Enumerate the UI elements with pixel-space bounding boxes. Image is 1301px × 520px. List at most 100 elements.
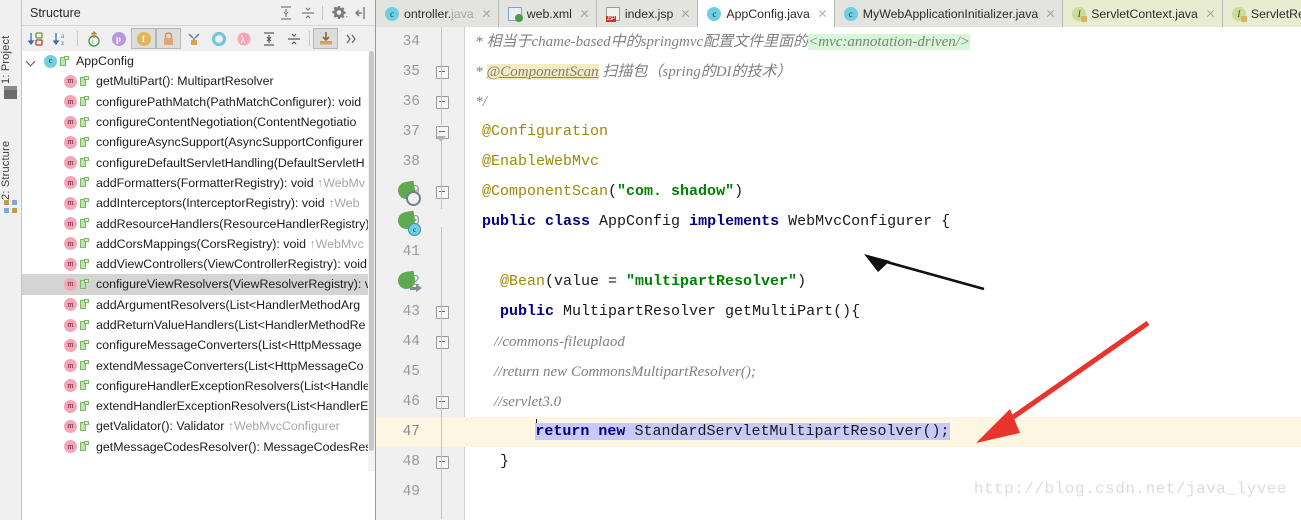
- show-anonymous-icon[interactable]: [181, 28, 206, 49]
- show-properties-icon[interactable]: p: [106, 28, 131, 49]
- code-line[interactable]: 47 return new StandardServletMultipartRe…: [376, 417, 1301, 447]
- code-text[interactable]: }: [464, 447, 1301, 477]
- code-line[interactable]: 34 * 相当于chame-based中的springmvc配置文件里面的<mv…: [376, 27, 1301, 57]
- code-line[interactable]: 35 * @ComponentScan 扫描包（spring的DI的技术）: [376, 57, 1301, 87]
- code-lines[interactable]: 34 * 相当于chame-based中的springmvc配置文件里面的<mv…: [376, 27, 1301, 520]
- code-line[interactable]: 38 @EnableWebMvc: [376, 147, 1301, 177]
- tree-node-member[interactable]: m configureHandlerExceptionResolvers(List…: [22, 376, 375, 396]
- editor-tab[interactable]: c ontroller.java: [376, 0, 499, 27]
- tree-node-root[interactable]: c AppConfig: [22, 51, 375, 71]
- sort-alphabetically-icon[interactable]: a z: [49, 28, 74, 49]
- tree-node-member[interactable]: m configureViewResolvers(ViewResolverRegi…: [22, 274, 375, 295]
- code-text[interactable]: return new StandardServletMultipartResol…: [464, 417, 1301, 447]
- tree-node-member[interactable]: m extendMessageConverters(List<HttpMessag…: [22, 355, 375, 375]
- code-text[interactable]: * @ComponentScan 扫描包（spring的DI的技术）: [464, 57, 1301, 87]
- code-line[interactable]: 46 //servlet3.0: [376, 387, 1301, 417]
- fold-arrow-icon[interactable]: [436, 126, 449, 142]
- settings-gear-icon[interactable]: [329, 3, 349, 23]
- fold-minus-icon[interactable]: [436, 306, 449, 319]
- code-text[interactable]: @EnableWebMvc: [464, 147, 1301, 177]
- expand-all-icon[interactable]: [256, 28, 281, 49]
- code-text[interactable]: //servlet3.0: [464, 387, 1301, 417]
- tree-node-label: addInterceptors(InterceptorRegistry): vo…: [96, 196, 360, 211]
- structure-tree[interactable]: c AppConfig m getMultiPart(): MultipartRe…: [22, 51, 375, 520]
- code-text[interactable]: @Bean(value = "multipartResolver"): [464, 267, 1301, 297]
- code-line[interactable]: 37 @Configuration: [376, 117, 1301, 147]
- code-text[interactable]: * 相当于chame-based中的springmvc配置文件里面的<mvc:a…: [464, 27, 1301, 57]
- close-icon[interactable]: [680, 8, 691, 19]
- tree-node-member[interactable]: m getMessageCodesResolver(): MessageCodes…: [22, 437, 375, 457]
- close-icon[interactable]: [1205, 8, 1216, 19]
- fold-minus-icon[interactable]: [436, 396, 449, 409]
- code-line[interactable]: 39 @ComponentScan("com. shadow"): [376, 177, 1301, 207]
- close-icon[interactable]: [481, 8, 492, 19]
- code-line[interactable]: 36 */: [376, 87, 1301, 117]
- scrollbar-thumb[interactable]: [369, 51, 374, 451]
- tree-node-member[interactable]: m configureAsyncSupport(AsyncSupportConfi…: [22, 132, 375, 152]
- code-text[interactable]: [464, 237, 1301, 267]
- show-interfaces-icon[interactable]: [206, 28, 231, 49]
- structure-scrollbar[interactable]: [368, 51, 375, 471]
- code-line[interactable]: 40c public class AppConfig implements We…: [376, 207, 1301, 237]
- editor-tab[interactable]: c AppConfig.java: [698, 0, 835, 27]
- fold-minus-icon[interactable]: [436, 66, 449, 79]
- show-fields-icon[interactable]: f: [131, 28, 156, 49]
- code-text[interactable]: //return new CommonsMultipartResolver();: [464, 357, 1301, 387]
- code-text[interactable]: public MultipartResolver getMultiPart(){: [464, 297, 1301, 327]
- tool-window-tab-project[interactable]: 1: Project: [0, 2, 21, 88]
- editor-tab[interactable]: index.jsp: [596, 0, 699, 27]
- code-line[interactable]: 45 //return new CommonsMultipartResolver…: [376, 357, 1301, 387]
- tree-node-member[interactable]: m addFormatters(FormatterRegistry): void …: [22, 173, 375, 193]
- autoscroll-to-source-icon[interactable]: [313, 28, 338, 49]
- tool-window-tab-structure[interactable]: 2: Structure: [0, 110, 21, 204]
- show-non-public-icon[interactable]: [156, 28, 181, 49]
- close-icon[interactable]: [579, 8, 590, 19]
- show-inherited-icon[interactable]: i: [81, 28, 106, 49]
- fold-minus-icon[interactable]: [436, 186, 449, 199]
- tree-node-member[interactable]: m extendHandlerExceptionResolvers(List<Ha…: [22, 396, 375, 416]
- tree-node-member[interactable]: m getMultiPart(): MultipartResolver: [22, 71, 375, 91]
- tree-node-member[interactable]: m addInterceptors(InterceptorRegistry): v…: [22, 193, 375, 213]
- editor-tab[interactable]: c MyWebApplicationInitializer.java: [834, 0, 1064, 27]
- show-lambdas-icon[interactable]: λ: [231, 28, 256, 49]
- tree-node-member[interactable]: m addReturnValueHandlers(List<HandlerMeth…: [22, 315, 375, 335]
- fold-minus-icon[interactable]: [436, 96, 449, 109]
- editor-tab[interactable]: web.xml: [498, 0, 597, 27]
- tree-node-member[interactable]: m addArgumentResolvers(List<HandlerMethod…: [22, 295, 375, 315]
- fold-minus-icon[interactable]: [436, 336, 449, 349]
- chevron-down-icon[interactable]: [25, 55, 38, 68]
- sort-by-visibility-icon[interactable]: [24, 28, 49, 49]
- editor-tab[interactable]: IServletRegi: [1222, 0, 1301, 27]
- tree-node-member[interactable]: m addResourceHandlers(ResourceHandlerRegi…: [22, 213, 375, 233]
- spring-bean-navigate-icon[interactable]: [396, 270, 422, 294]
- hide-panel-icon[interactable]: [351, 3, 371, 23]
- code-editor[interactable]: 34 * 相当于chame-based中的springmvc配置文件里面的<mv…: [376, 27, 1301, 520]
- code-text[interactable]: //commons-fileuplaod: [464, 327, 1301, 357]
- tree-node-member[interactable]: m addCorsMappings(CorsRegistry): void ↑We…: [22, 234, 375, 254]
- close-icon[interactable]: [817, 8, 828, 19]
- spring-bean-class-icon[interactable]: c: [396, 210, 421, 236]
- expand-all-icon[interactable]: [276, 3, 296, 23]
- code-line[interactable]: 44 //commons-fileuplaod: [376, 327, 1301, 357]
- tree-node-member[interactable]: m configureDefaultServletHandling(Default…: [22, 152, 375, 172]
- tree-node-member[interactable]: m configureContentNegotiation(ContentNego…: [22, 112, 375, 132]
- spring-config-search-icon[interactable]: [396, 180, 421, 206]
- code-text[interactable]: @ComponentScan("com. shadow"): [464, 177, 1301, 207]
- code-line[interactable]: 43 public MultipartResolver getMultiPart…: [376, 297, 1301, 327]
- tree-node-member[interactable]: m addViewControllers(ViewControllerRegist…: [22, 254, 375, 274]
- code-line[interactable]: 41: [376, 237, 1301, 267]
- collapse-all-icon[interactable]: [281, 28, 306, 49]
- code-text[interactable]: public class AppConfig implements WebMvc…: [464, 207, 1301, 237]
- tree-node-member[interactable]: m configureMessageConverters(List<HttpMes…: [22, 335, 375, 355]
- code-line[interactable]: 42 @Bean(value = "multipartResolver"): [376, 267, 1301, 297]
- close-icon[interactable]: [1045, 8, 1056, 19]
- collapse-all-icon[interactable]: [298, 3, 318, 23]
- editor-tab[interactable]: I ServletContext.java: [1063, 0, 1223, 27]
- tree-node-member[interactable]: m configurePathMatch(PathMatchConfigurer)…: [22, 92, 375, 112]
- code-text[interactable]: */: [464, 87, 1301, 117]
- fold-minus-icon[interactable]: [436, 456, 449, 469]
- tree-node-member[interactable]: m getValidator(): Validator ↑WebMvcConfig…: [22, 416, 375, 436]
- overflow-icon[interactable]: [338, 28, 363, 49]
- code-line[interactable]: 48 }: [376, 447, 1301, 477]
- code-text[interactable]: @Configuration: [464, 117, 1301, 147]
